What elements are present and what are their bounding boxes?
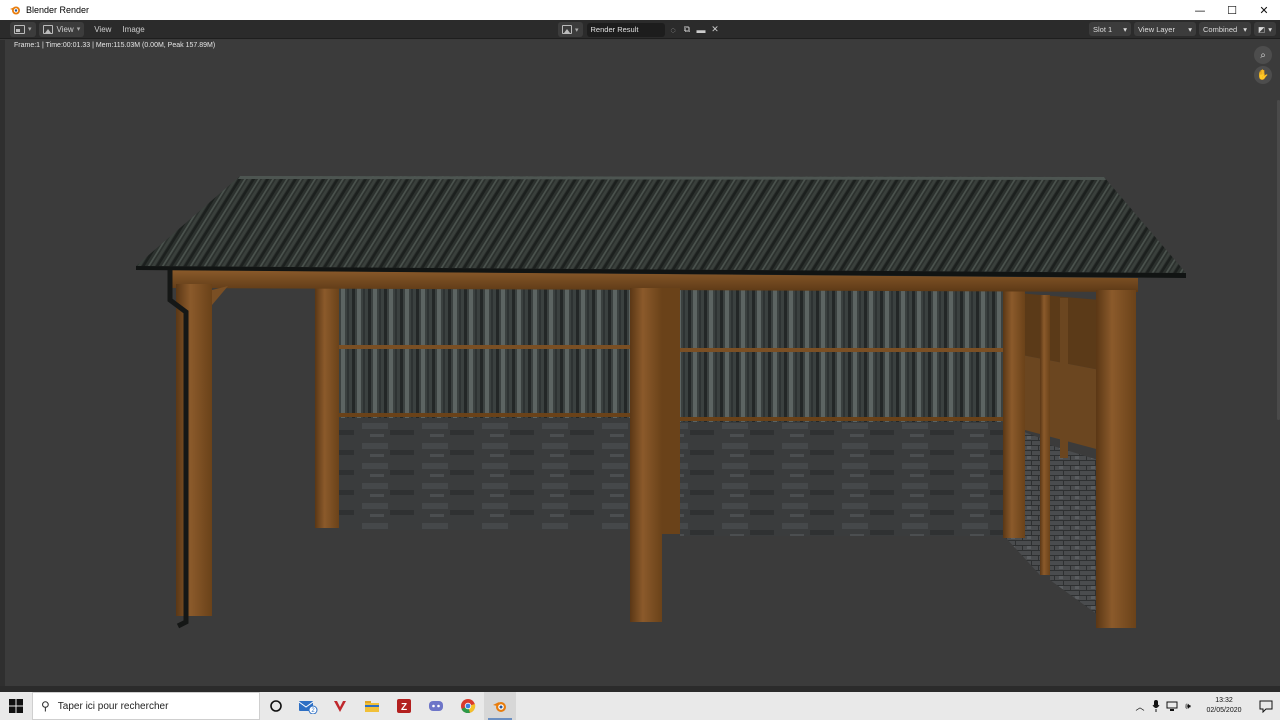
display-channels-dropdown[interactable]: ◩ ▾	[1254, 22, 1276, 36]
open-image-icon[interactable]: ▬	[696, 24, 707, 35]
filezilla-icon[interactable]: Z	[388, 692, 420, 720]
image-editor-header: ▾ View ▾ View Image ▾ Render Result ◌ ⧉ …	[0, 20, 1280, 39]
view-mode-dropdown[interactable]: View ▾	[38, 21, 85, 37]
taskbar-search-box[interactable]: ⚲ Taper ici pour rechercher	[32, 692, 260, 720]
microphone-icon[interactable]	[1148, 692, 1164, 720]
notification-center-icon[interactable]	[1252, 692, 1280, 720]
chevron-down-icon: ▾	[76, 26, 81, 33]
chevron-down-icon: ▾	[28, 26, 32, 33]
view-layer-dropdown[interactable]: View Layer ▾	[1134, 22, 1196, 36]
unlink-icon[interactable]: ✕	[710, 24, 721, 35]
browse-image-button[interactable]: ▾	[558, 22, 583, 37]
clock-date: 02/05/2020	[1206, 707, 1242, 714]
start-button[interactable]	[0, 692, 32, 720]
view-mode-label: View	[56, 24, 74, 34]
windows-logo-icon	[9, 699, 23, 713]
network-icon[interactable]	[1164, 692, 1180, 720]
volume-icon[interactable]: 🕪	[1180, 692, 1196, 720]
vivaldi-icon[interactable]	[324, 692, 356, 720]
editor-type-button[interactable]: ▾	[10, 21, 36, 37]
clock-time: 13:32	[1215, 697, 1233, 704]
system-tray: ︿ 🕪 13:32 02/05/2020	[1132, 692, 1280, 720]
chevron-down-icon: ▾	[1268, 24, 1272, 34]
image-selector: ▾ Render Result ◌ ⧉ ▬ ✕	[558, 22, 721, 37]
slot-dropdown[interactable]: Slot 1 ▾	[1089, 22, 1131, 36]
shed-roof	[136, 176, 1186, 278]
image-name-field[interactable]: Render Result	[586, 22, 665, 37]
windows-taskbar: ⚲ Taper ici pour rechercher 2 Z ︿ 🕪 13:3…	[0, 692, 1280, 720]
svg-text:Z: Z	[401, 702, 407, 713]
menu-image[interactable]: Image	[118, 22, 148, 37]
search-placeholder: Taper ici pour rechercher	[57, 700, 169, 712]
magnifier-icon[interactable]: ⌕	[1254, 46, 1272, 64]
blender-logo-icon	[8, 3, 22, 17]
window-title-bar: Blender Render — ☐ ✕	[0, 0, 1280, 20]
color-channels-icon: ◩	[1258, 24, 1266, 34]
slot-label: Slot 1	[1093, 24, 1113, 34]
file-explorer-icon[interactable]	[356, 692, 388, 720]
menu-view[interactable]: View	[90, 22, 115, 37]
render-pass-label: Combined	[1203, 24, 1238, 34]
chevron-down-icon: ▾	[1188, 24, 1192, 34]
chrome-icon[interactable]	[452, 692, 484, 720]
cortana-icon[interactable]	[260, 692, 292, 720]
front-post-center	[630, 288, 662, 622]
front-post-right	[1096, 290, 1136, 628]
chevron-down-icon: ▾	[1123, 24, 1127, 34]
render-result-image	[136, 176, 1186, 629]
view-layer-label: View Layer	[1138, 24, 1175, 34]
hand-icon[interactable]: ✋	[1254, 66, 1272, 84]
maximize-button[interactable]: ☐	[1216, 0, 1248, 20]
chevron-down-icon: ▾	[575, 26, 579, 34]
window-title: Blender Render	[26, 5, 90, 15]
render-info-text: Frame:1 | Time:00:01.33 | Mem:115.03M (0…	[14, 42, 216, 49]
back-post-right	[1003, 290, 1025, 538]
blender-icon[interactable]	[484, 692, 516, 720]
image-icon	[562, 25, 572, 34]
back-post-left	[315, 286, 339, 528]
image-editor-icon	[14, 24, 25, 34]
search-icon: ⚲	[41, 699, 50, 713]
chevron-up-icon[interactable]: ︿	[1132, 692, 1148, 720]
mail-icon[interactable]: 2	[292, 692, 324, 720]
image-icon	[42, 24, 53, 34]
render-slot-controls: Slot 1 ▾ View Layer ▾ Combined ▾ ◩ ▾	[1086, 22, 1276, 36]
front-post-left	[176, 284, 212, 616]
close-button[interactable]: ✕	[1248, 0, 1280, 20]
discord-icon[interactable]	[420, 692, 452, 720]
render-viewport[interactable]: Frame:1 | Time:00:01.33 | Mem:115.03M (0…	[0, 40, 1280, 690]
new-image-icon[interactable]: ⧉	[682, 24, 693, 35]
taskbar-clock[interactable]: 13:32 02/05/2020	[1200, 696, 1248, 716]
minimize-button[interactable]: —	[1184, 0, 1216, 20]
chevron-down-icon: ▾	[1243, 24, 1247, 34]
fake-user-icon[interactable]: ◌	[668, 24, 679, 35]
render-pass-dropdown[interactable]: Combined ▾	[1199, 22, 1251, 36]
